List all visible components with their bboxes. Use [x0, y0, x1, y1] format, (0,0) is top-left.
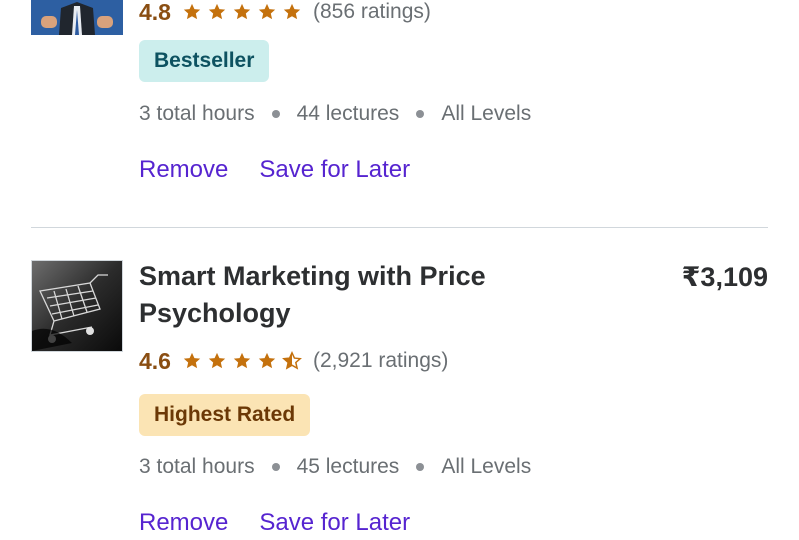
separator-dot-icon [271, 463, 280, 471]
rating-row: 4.8 (856 ratings) [139, 0, 431, 27]
course-title[interactable]: Smart Marketing with Price Psychology [139, 258, 589, 332]
save-for-later-button[interactable]: Save for Later [259, 156, 410, 184]
star-icon [282, 2, 302, 22]
total-hours: 3 total hours [139, 455, 255, 478]
star-icon [182, 351, 202, 371]
instructor-photo-icon [31, 0, 123, 35]
star-icon [207, 2, 227, 22]
lecture-count: 44 lectures [296, 102, 400, 125]
separator-dot-icon [271, 110, 280, 118]
course-level: All Levels [441, 102, 532, 125]
divider [31, 227, 768, 228]
star-rating [182, 351, 302, 371]
separator-dot-icon [416, 110, 425, 118]
course-meta: 3 total hours 44 lectures All Levels [139, 100, 531, 128]
course-level: All Levels [441, 455, 532, 478]
ratings-count: (856 ratings) [312, 0, 431, 23]
star-icon [207, 351, 227, 371]
bestseller-badge: Bestseller [139, 40, 270, 82]
lecture-count: 45 lectures [296, 455, 400, 478]
rating-value: 4.8 [139, 0, 171, 25]
star-icon [257, 2, 277, 22]
course-actions: Remove Save for Later [139, 156, 410, 184]
star-icon [182, 2, 202, 22]
course-thumbnail[interactable] [31, 260, 123, 352]
star-icon [232, 351, 252, 371]
course-thumbnail[interactable] [31, 0, 123, 35]
star-icon [257, 351, 277, 371]
course-meta: 3 total hours 45 lectures All Levels [139, 453, 531, 481]
remove-button[interactable]: Remove [139, 156, 228, 184]
rating-row: 4.6 (2,921 ratings) [139, 346, 448, 376]
half-star-icon [282, 351, 302, 371]
course-price: ₹3,109 [681, 262, 768, 292]
course-actions: Remove Save for Later [139, 509, 410, 537]
total-hours: 3 total hours [139, 102, 255, 125]
star-rating [182, 2, 302, 22]
ratings-count: (2,921 ratings) [312, 349, 449, 372]
remove-button[interactable]: Remove [139, 509, 228, 537]
shopping-cart-image-icon [32, 261, 122, 351]
save-for-later-button[interactable]: Save for Later [259, 509, 410, 537]
separator-dot-icon [416, 463, 425, 471]
highest-rated-badge: Highest Rated [139, 394, 311, 436]
rating-value: 4.6 [139, 347, 171, 374]
star-icon [232, 2, 252, 22]
